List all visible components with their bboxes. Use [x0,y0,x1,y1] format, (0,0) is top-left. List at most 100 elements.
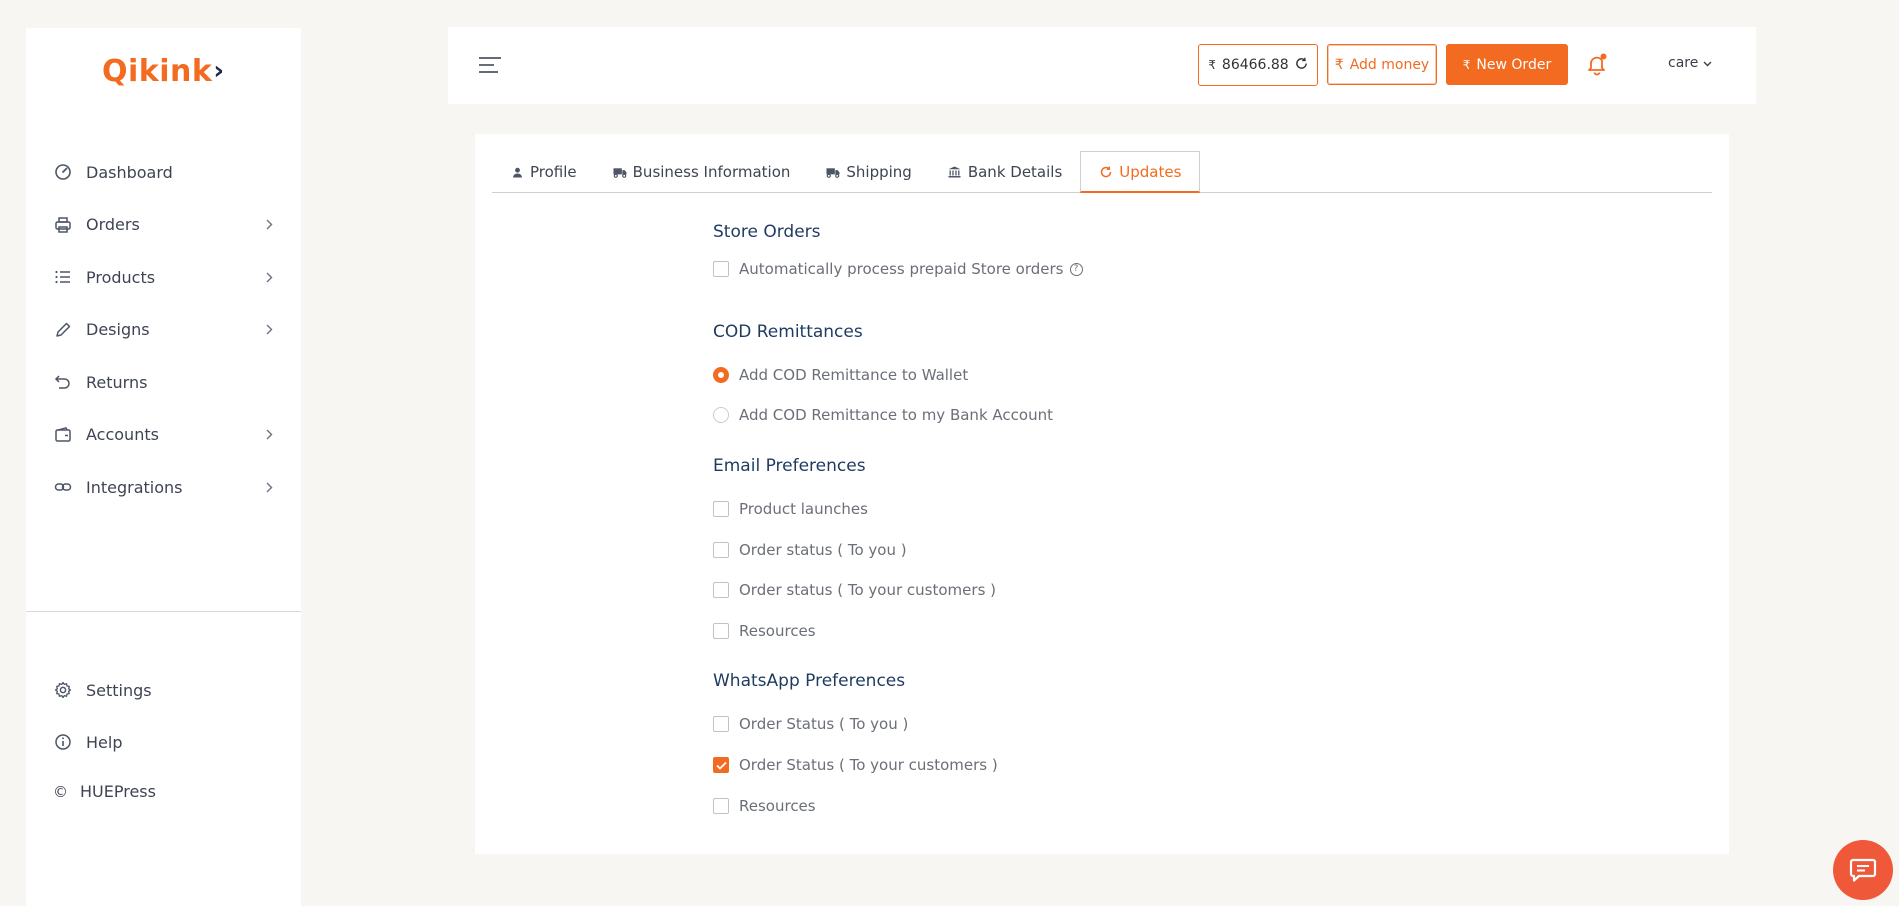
sidebar-nav: Dashboard Orders Products Designs Return… [26,146,301,514]
logo-text: Qikink [102,53,213,89]
email-resources-checkbox[interactable]: Resources [713,622,816,640]
sidebar-item-label: Accounts [86,425,159,445]
gear-icon [53,680,73,700]
checkbox-label: Order Status ( To you ) [739,715,909,733]
email-order-status-you-checkbox[interactable]: Order status ( To you ) [713,541,907,559]
checkbox-label: Order status ( To your customers ) [739,581,996,599]
wallet-icon [53,425,73,445]
tab-updates[interactable]: Updates [1080,151,1201,193]
checkbox-box[interactable] [713,261,729,277]
chevron-right-icon [263,219,275,230]
sidebar-item-help[interactable]: Help [26,716,301,768]
add-money-button[interactable]: ₹ Add money [1327,44,1437,85]
cod-wallet-radio[interactable]: Add COD Remittance to Wallet [713,366,968,384]
user-name: care [1668,55,1699,71]
chevron-right-icon [263,272,275,283]
info-icon [53,732,73,752]
tab-shipping[interactable]: Shipping [808,151,929,193]
user-menu[interactable]: care [1668,55,1712,71]
chevron-right-icon [263,429,275,440]
menu-toggle-icon[interactable] [478,55,502,75]
checkbox-box[interactable] [713,798,729,814]
printer-icon [53,215,73,235]
checkbox-box[interactable] [713,501,729,517]
qikink-logo[interactable]: Qikink › [102,48,224,94]
list-icon [53,267,73,287]
logo-chevron-icon: › [213,56,225,86]
settings-tabs: Profile Business Information Shipping Ba… [492,151,1712,193]
user-icon [510,167,524,178]
pencil-icon [53,320,73,340]
store-orders-title: Store Orders [713,222,821,242]
whatsapp-order-status-customers-checkbox[interactable]: Order Status ( To your customers ) [713,756,998,774]
whatsapp-preferences-title: WhatsApp Preferences [713,671,906,691]
chat-bubble-icon [1849,858,1877,882]
radio-button[interactable] [713,367,729,383]
refresh-icon[interactable] [1295,57,1308,74]
sidebar-item-integrations[interactable]: Integrations [26,461,301,514]
tab-label: Business Information [632,163,791,181]
bank-icon [948,166,962,178]
cod-bank-radio[interactable]: Add COD Remittance to my Bank Account [713,406,1053,424]
chevron-down-icon [1703,55,1712,71]
sidebar-item-label: Returns [86,372,148,392]
tab-label: Profile [530,163,577,181]
tab-bank-details[interactable]: Bank Details [930,151,1080,193]
sidebar-item-label: Help [86,732,123,752]
email-product-launches-checkbox[interactable]: Product launches [713,500,868,518]
sidebar-item-dashboard[interactable]: Dashboard [26,146,301,199]
wallet-balance[interactable]: ₹ 86466.88 [1198,44,1318,86]
wallet-balance-value: 86466.88 [1221,57,1289,73]
cod-remittances-title: COD Remittances [713,322,863,342]
checkbox-label: Order status ( To you ) [739,541,907,559]
sidebar-divider [26,611,301,612]
whatsapp-order-status-you-checkbox[interactable]: Order Status ( To you ) [713,715,908,733]
notification-bell-icon[interactable] [1585,52,1609,76]
chat-support-button[interactable] [1833,840,1893,900]
tab-label: Updates [1119,162,1182,181]
sidebar-item-accounts[interactable]: Accounts [26,409,301,462]
new-order-button[interactable]: ₹ New Order [1446,44,1568,85]
checkbox-label: Resources [739,622,816,640]
checkbox-box[interactable] [713,716,729,732]
whatsapp-resources-checkbox[interactable]: Resources [713,797,816,815]
sidebar-item-products[interactable]: Products [26,251,301,304]
checkbox-box[interactable] [713,582,729,598]
checkbox-label: Order Status ( To your customers ) [739,756,998,774]
checkbox-box[interactable] [713,623,729,639]
tab-label: Bank Details [967,163,1063,181]
checkbox-label: Product launches [739,500,868,518]
chevron-right-icon [263,324,275,335]
undo-icon [53,372,73,392]
checkbox-label: Automatically process prepaid Store orde… [739,260,1064,278]
sidebar-item-designs[interactable]: Designs [26,304,301,357]
email-order-status-customers-checkbox[interactable]: Order status ( To your customers ) [713,581,996,599]
checkmark-icon [715,761,727,770]
sidebar-item-label: Products [86,267,156,287]
sidebar-item-label: Designs [86,320,150,340]
sidebar-item-label: Dashboard [86,162,173,182]
checkbox-box[interactable] [713,542,729,558]
sidebar-item-returns[interactable]: Returns [26,356,301,409]
sidebar-item-orders[interactable]: Orders [26,199,301,252]
radio-button[interactable] [713,407,729,423]
new-order-label: New Order [1476,56,1552,73]
copyright: © HUEPress [53,782,156,801]
tab-profile[interactable]: Profile [492,151,595,193]
question-circle-icon[interactable]: ? [1069,262,1083,276]
copyright-icon: © [53,782,68,801]
checkbox-box[interactable] [713,757,729,773]
truck-icon [613,167,627,178]
radio-label: Add COD Remittance to Wallet [739,366,969,384]
sidebar-bottom-nav: Settings Help [26,664,301,768]
gauge-icon [53,162,73,182]
sidebar-item-label: Integrations [86,477,183,497]
sidebar-item-settings[interactable]: Settings [26,664,301,716]
tab-business-information[interactable]: Business Information [595,151,809,193]
topbar: ₹ 86466.88 ₹ Add money ₹ New Order care [448,27,1756,104]
sidebar-item-label: Orders [86,215,140,235]
copyright-text: HUEPress [80,782,156,801]
settings-card: Profile Business Information Shipping Ba… [475,134,1729,854]
auto-process-store-orders-checkbox[interactable]: Automatically process prepaid Store orde… [713,260,1083,278]
link-icon [53,477,73,497]
